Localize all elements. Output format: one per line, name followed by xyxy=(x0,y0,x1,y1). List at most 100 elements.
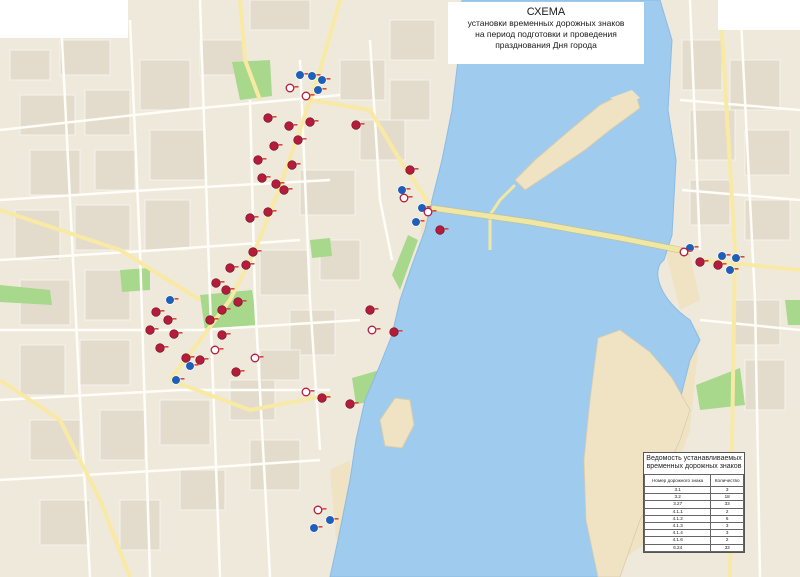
no-entry-sign-icon xyxy=(250,353,260,363)
no-stopping-sign-icon xyxy=(317,393,327,403)
no-stopping-sign-icon xyxy=(293,135,303,145)
no-stopping-sign-icon xyxy=(217,330,227,340)
direction-sign-icon xyxy=(397,185,407,195)
legend-title-line-2: временных дорожных знаков xyxy=(646,463,742,470)
no-stopping-sign-icon xyxy=(305,117,315,127)
sign-plate-icon xyxy=(230,288,235,290)
sign-plate-icon xyxy=(226,333,231,335)
no-stopping-sign-icon xyxy=(284,121,294,131)
no-stopping-sign-icon xyxy=(163,315,173,325)
sign-plate-icon xyxy=(326,396,331,398)
legend-sign-count: 33 xyxy=(710,500,744,509)
no-stopping-sign-icon xyxy=(271,179,281,189)
sign-plate-icon xyxy=(398,330,403,332)
direction-sign-icon xyxy=(165,295,175,305)
sign-plate-icon xyxy=(266,176,271,178)
signs-legend-table: Ведомость устанавливаемых временных доро… xyxy=(643,452,745,553)
direction-sign-icon xyxy=(309,523,319,533)
sign-plate-icon xyxy=(310,390,315,392)
no-entry-sign-icon xyxy=(210,345,220,355)
sign-plate-icon xyxy=(334,518,339,520)
no-stopping-sign-icon xyxy=(389,327,399,337)
sign-plate-icon xyxy=(242,300,247,302)
legend-title-line-1: Ведомость устанавливаемых xyxy=(646,455,742,462)
no-entry-sign-icon xyxy=(679,247,689,257)
no-stopping-sign-icon xyxy=(713,260,723,270)
sign-plate-icon xyxy=(250,263,255,265)
no-stopping-sign-icon xyxy=(181,353,191,363)
legend-sign-number: 4.1.2 xyxy=(643,514,712,523)
legend-row: 4.1.6 2 xyxy=(643,536,744,545)
legend-title: Ведомость устанавливаемых временных доро… xyxy=(644,453,744,474)
direction-sign-icon xyxy=(171,375,181,385)
sign-plate-icon xyxy=(318,526,323,528)
legend-row: 3.2 18 xyxy=(643,493,744,502)
sign-plate-icon xyxy=(204,358,209,360)
direction-sign-icon xyxy=(313,85,323,95)
sign-plate-icon xyxy=(722,263,727,265)
no-stopping-sign-icon xyxy=(211,278,221,288)
sign-plate-icon xyxy=(294,86,299,88)
legend-row: 6.24 33 xyxy=(643,543,744,552)
sign-plate-icon xyxy=(296,163,301,165)
no-stopping-sign-icon xyxy=(195,355,205,365)
sign-plate-icon xyxy=(704,260,709,262)
legend-sign-number: 4.1.1 xyxy=(643,507,712,516)
no-entry-sign-icon xyxy=(301,91,311,101)
map-corner-panel-left xyxy=(0,0,128,38)
sign-plate-icon xyxy=(164,346,169,348)
legend-row: 4.1.3 3 xyxy=(643,521,744,531)
sign-plate-icon xyxy=(302,138,307,140)
no-stopping-sign-icon xyxy=(405,165,415,175)
sign-plate-icon xyxy=(420,220,425,222)
sign-plate-icon xyxy=(220,281,225,283)
no-stopping-sign-icon xyxy=(145,325,155,335)
no-entry-sign-icon xyxy=(423,207,433,217)
legend-sign-count: 2 xyxy=(710,536,744,545)
scheme-subtitle-line-3: празднования Дня города xyxy=(495,40,597,50)
sign-plate-icon xyxy=(272,210,277,212)
no-stopping-sign-icon xyxy=(257,173,267,183)
sign-plate-icon xyxy=(426,206,431,208)
no-stopping-sign-icon xyxy=(233,297,243,307)
direction-sign-icon xyxy=(307,71,317,81)
sign-plate-icon xyxy=(214,318,219,320)
no-stopping-sign-icon xyxy=(155,343,165,353)
legend-row: 4.1.2 6 xyxy=(643,514,744,523)
legend-sign-number: 4.1.4 xyxy=(643,529,712,538)
no-stopping-sign-icon xyxy=(695,257,705,267)
scheme-subtitle-line-1: установки временных дорожных знаков xyxy=(467,18,625,28)
legend-sign-count: 2 xyxy=(710,507,744,516)
scheme-title-box: СХЕМА установки временных дорожных знако… xyxy=(448,2,644,64)
legend-sign-number: 4.1.3 xyxy=(643,521,712,531)
sign-plate-icon xyxy=(259,356,264,358)
sign-plate-icon xyxy=(154,328,159,330)
legend-sign-count: 6 xyxy=(710,514,744,523)
no-entry-sign-icon xyxy=(313,505,323,515)
legend-sign-count: 3 xyxy=(710,485,744,495)
sign-plate-icon xyxy=(219,348,224,350)
no-stopping-sign-icon xyxy=(345,399,355,409)
legend-sign-number: 3.2 xyxy=(643,493,712,502)
sign-plate-icon xyxy=(326,78,331,80)
no-stopping-sign-icon xyxy=(225,263,235,273)
sign-plate-icon xyxy=(414,168,419,170)
sign-plate-icon xyxy=(322,88,327,90)
no-stopping-sign-icon xyxy=(253,155,263,165)
sign-plate-icon xyxy=(694,246,699,248)
direction-sign-icon xyxy=(185,361,195,371)
sign-plate-icon xyxy=(316,74,321,76)
sign-plate-icon xyxy=(726,254,731,256)
sign-plate-icon xyxy=(734,268,739,270)
sign-plate-icon xyxy=(406,188,411,190)
no-stopping-sign-icon xyxy=(365,305,375,315)
sign-plate-icon xyxy=(180,378,185,380)
sign-plate-icon xyxy=(408,196,413,198)
sign-plate-icon xyxy=(160,310,165,312)
no-stopping-sign-icon xyxy=(241,260,251,270)
sign-plate-icon xyxy=(234,266,239,268)
no-entry-sign-icon xyxy=(301,387,311,397)
sign-plate-icon xyxy=(178,332,183,334)
no-stopping-sign-icon xyxy=(221,285,231,295)
legend-col-count: Количество xyxy=(710,474,744,487)
